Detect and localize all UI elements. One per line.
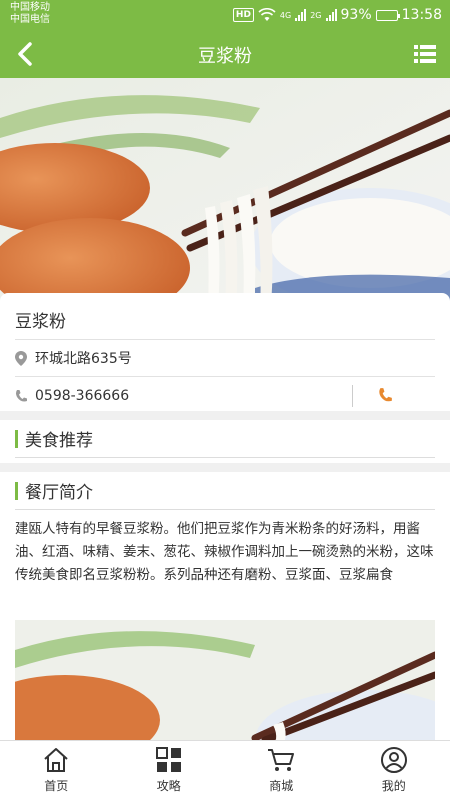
carrier-2: 中国电信: [10, 14, 50, 25]
section-gap: [0, 411, 450, 420]
nav-guide-label: 攻略: [156, 779, 181, 793]
grid-icon: [155, 747, 181, 772]
list-menu-icon[interactable]: [414, 44, 436, 64]
clock: 13:58: [401, 7, 442, 23]
hd-badge: HD: [232, 8, 254, 22]
restaurant-intro-header: 餐厅简介: [15, 472, 435, 510]
system-indicators: HD 4G 2G 93% 13:58: [232, 5, 442, 25]
section-accent-bar: [15, 429, 18, 448]
battery-icon: [375, 9, 400, 21]
section-gap: [0, 463, 450, 472]
signal-bars-1-icon: [295, 9, 307, 21]
network-type-1: 4G: [279, 10, 292, 20]
page-title: 豆浆粉: [198, 46, 252, 67]
app-header: 豆浆粉: [0, 30, 450, 78]
carrier-info: 中国移动 中国电信: [10, 2, 50, 26]
food-recommend-title: 美食推荐: [25, 431, 93, 451]
bottom-navigation: 首页 攻略 商城 我的: [0, 740, 450, 800]
network-type-2: 2G: [310, 10, 322, 20]
nav-guide[interactable]: 攻略: [113, 741, 226, 800]
section-accent-bar: [15, 481, 18, 500]
intro-food-image: [15, 620, 435, 740]
user-icon: [380, 747, 407, 773]
wifi-icon: [258, 8, 276, 21]
nav-mine[interactable]: 我的: [338, 741, 450, 800]
restaurant-name: 豆浆粉: [15, 293, 435, 340]
hero-food-image: [0, 78, 450, 308]
phone-row: 0598-366666: [15, 377, 435, 414]
cart-icon: [268, 749, 295, 771]
address-row[interactable]: 环城北路635号: [15, 340, 435, 377]
restaurant-info-card: 豆浆粉 环城北路635号 0598-366666: [0, 293, 450, 414]
status-bar: 中国移动 中国电信 HD 4G 2G 93% 13:58: [0, 0, 450, 30]
nav-mall-label: 商城: [269, 779, 294, 793]
address-text: 环城北路635号: [35, 351, 132, 367]
nav-mine-label: 我的: [381, 779, 406, 793]
location-pin-icon: [15, 350, 27, 366]
call-button-icon[interactable]: [378, 387, 392, 403]
nav-home[interactable]: 首页: [0, 741, 113, 800]
restaurant-intro-text: 建瓯人特有的早餐豆浆粉。他们把豆浆作为青米粉条的好汤料，用酱油、红酒、味精、姜末…: [15, 521, 434, 583]
signal-bars-2-icon: [325, 9, 337, 21]
phone-icon: [16, 389, 27, 401]
nav-mall[interactable]: 商城: [225, 741, 338, 800]
battery-percent: 93%: [340, 7, 372, 23]
nav-home-label: 首页: [44, 779, 69, 793]
home-icon: [44, 748, 68, 772]
food-recommend-header: 美食推荐: [15, 420, 435, 458]
vertical-divider: [352, 385, 353, 407]
restaurant-intro-title: 餐厅简介: [25, 483, 93, 503]
carrier-1: 中国移动: [10, 2, 50, 13]
phone-number: 0598-366666: [35, 387, 130, 404]
